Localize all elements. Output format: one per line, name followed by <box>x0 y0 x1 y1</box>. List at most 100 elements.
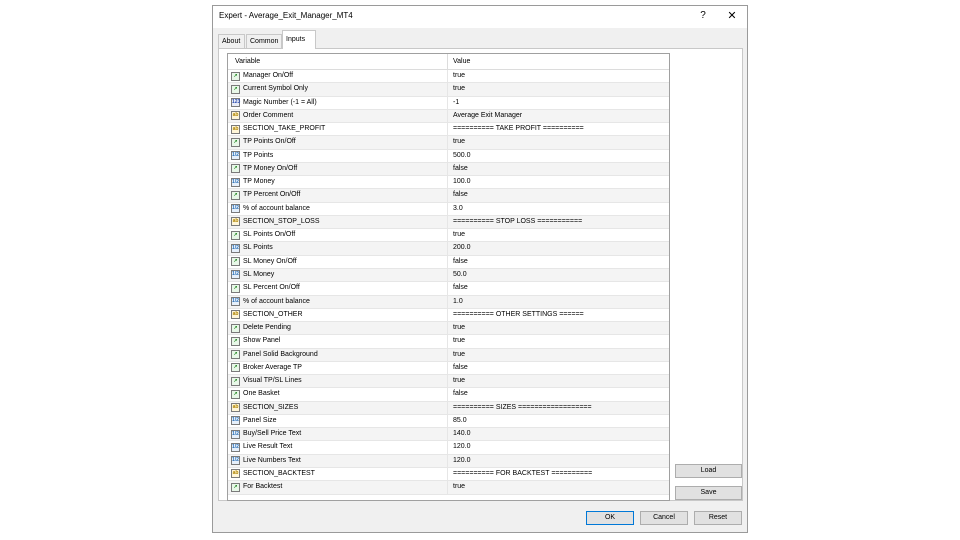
variable-name: Magic Number (-1 = All) <box>243 98 317 106</box>
variable-value[interactable]: true <box>453 335 465 347</box>
table-row[interactable]: ↗ Panel Solid Background true <box>228 348 669 362</box>
table-row[interactable]: ab SECTION_OTHER ========== OTHER SETTINGS… <box>228 308 669 323</box>
variable-value[interactable]: ========== TAKE PROFIT ========== <box>453 123 584 135</box>
table-row[interactable]: ab SECTION_SIZES ========== SIZES ========… <box>228 401 669 415</box>
variable-value[interactable]: ========== FOR BACKTEST ========== <box>453 468 592 480</box>
double-icon: 1/2 <box>231 243 240 253</box>
table-row[interactable]: 1/2 Panel Size 85.0 <box>228 414 669 429</box>
string-icon: ab <box>231 469 240 479</box>
variable-value[interactable]: true <box>453 70 465 82</box>
variable-value[interactable]: ========== STOP LOSS =========== <box>453 216 582 228</box>
table-row[interactable]: 1/2% of account balance 3.0 <box>228 202 669 216</box>
ok-button[interactable]: OK <box>586 511 634 525</box>
variable-value[interactable]: false <box>453 362 468 374</box>
table-row[interactable]: ↗ Broker Average TP false <box>228 361 669 376</box>
table-row[interactable]: ↗ One Basket false <box>228 388 669 402</box>
bool-icon: ↗ <box>231 350 240 360</box>
variable-value[interactable]: 140.0 <box>453 428 471 440</box>
cell-divider <box>447 361 448 375</box>
inputs-grid: Variable Value ↗ Manager On/Off true ↗ Curre… <box>227 53 670 501</box>
variable-value[interactable]: 120.0 <box>453 441 471 453</box>
table-row[interactable]: 1/2% of account balance 1.0 <box>228 295 669 309</box>
save-button[interactable]: Save <box>675 486 742 500</box>
table-row[interactable]: ↗ SL Money On/Off false <box>228 255 669 269</box>
variable-name: For Backtest <box>243 483 283 491</box>
variable-name: Manager On/Off <box>243 72 294 79</box>
variable-value[interactable]: 500.0 <box>453 150 471 162</box>
variable-value[interactable]: 3.0 <box>453 203 463 215</box>
close-icon[interactable]: ✕ <box>724 8 740 24</box>
variable-value[interactable]: false <box>453 282 468 294</box>
table-row[interactable]: ↗ TP Points On/Off true <box>228 136 669 150</box>
variable-name: % of account balance <box>243 204 310 212</box>
variable-value[interactable]: false <box>453 388 468 400</box>
table-row[interactable]: ab SECTION_STOP_LOSS ========== STOP LOSS … <box>228 215 669 230</box>
cell-divider <box>447 322 448 335</box>
table-row[interactable]: 1/2 Buy/Sell Price Text 140.0 <box>228 428 669 442</box>
variable-value[interactable]: false <box>453 163 468 175</box>
variable-value[interactable]: 100.0 <box>453 176 471 188</box>
variable-name: One Basket <box>243 390 280 398</box>
table-row[interactable]: ↗ Visual TP/SL Lines true <box>228 375 669 389</box>
variable-value[interactable]: true <box>453 375 465 387</box>
reset-button[interactable]: Reset <box>694 511 742 525</box>
table-row[interactable]: ↗ Show Panel true <box>228 335 669 349</box>
cancel-button[interactable]: Cancel <box>640 511 688 525</box>
variable-name: SL Points On/Off <box>243 231 296 239</box>
table-row[interactable]: ↗ TP Money On/Off false <box>228 162 669 177</box>
cell-divider <box>447 123 448 136</box>
variable-value[interactable]: true <box>453 322 465 334</box>
variable-value[interactable]: ========== SIZES ================== <box>453 402 592 414</box>
variable-value[interactable]: false <box>453 256 468 268</box>
table-row[interactable]: 1/2 SL Points 200.0 <box>228 242 669 256</box>
help-icon[interactable]: ? <box>695 8 711 24</box>
table-row[interactable]: ↗ Delete Pending true <box>228 322 669 336</box>
table-row[interactable]: ab SECTION_TAKE_PROFIT ========== TAKE PRO… <box>228 123 669 137</box>
variable-value[interactable]: true <box>453 349 465 361</box>
cell-divider <box>447 454 448 467</box>
table-row[interactable]: ↗ SL Points On/Off true <box>228 229 669 243</box>
variable-value[interactable]: 200.0 <box>453 242 471 254</box>
table-row[interactable]: ↗ Manager On/Off true <box>228 70 669 84</box>
table-row[interactable]: 1/2 Live Numbers Text 120.0 <box>228 454 669 468</box>
variable-value[interactable]: true <box>453 136 465 148</box>
cell-divider <box>447 255 448 268</box>
table-row[interactable]: ab Order Comment Average Exit Manager <box>228 109 669 124</box>
tab-inputs[interactable]: Inputs <box>282 30 316 49</box>
variable-name: Visual TP/SL Lines <box>243 377 302 385</box>
variable-value[interactable]: true <box>453 481 465 493</box>
variable-value[interactable]: -1 <box>453 97 459 109</box>
title-bar: Expert - Average_Exit_Manager_MT4 ? ✕ <box>213 6 747 28</box>
variable-value[interactable]: Average Exit Manager <box>453 110 522 122</box>
variable-value[interactable]: 1.0 <box>453 296 463 308</box>
table-row[interactable]: ab SECTION_BACKTEST ========== FOR BACKTES… <box>228 467 669 482</box>
bool-icon: ↗ <box>231 336 240 346</box>
variable-value[interactable]: 85.0 <box>453 415 467 427</box>
table-row[interactable]: ↗ For Backtest true <box>228 481 669 495</box>
cell-divider <box>447 176 448 189</box>
tab-about[interactable]: About <box>218 34 245 48</box>
double-icon: 1/2 <box>231 297 240 307</box>
variable-value[interactable]: true <box>453 229 465 241</box>
table-row[interactable]: 1/2 SL Money 50.0 <box>228 268 669 283</box>
table-row[interactable]: ↗ Current Symbol Only true <box>228 83 669 97</box>
column-divider[interactable] <box>447 54 448 69</box>
table-row[interactable]: 123 Magic Number (-1 = All) -1 <box>228 96 669 110</box>
table-row[interactable]: 1/2 Live Result Text 120.0 <box>228 441 669 455</box>
tab-common[interactable]: Common <box>246 34 282 48</box>
load-button[interactable]: Load <box>675 464 742 478</box>
string-icon: ab <box>231 217 240 227</box>
variable-value[interactable]: ========== OTHER SETTINGS ====== <box>453 309 584 321</box>
table-row[interactable]: ↗ SL Percent On/Off false <box>228 282 669 296</box>
variable-value[interactable]: 120.0 <box>453 455 471 467</box>
variable-value[interactable]: true <box>453 83 465 95</box>
bool-icon: ↗ <box>231 323 240 333</box>
table-row[interactable]: ↗ TP Percent On/Off false <box>228 189 669 203</box>
variable-value[interactable]: 50.0 <box>453 269 467 281</box>
bool-icon: ↗ <box>231 230 240 240</box>
variable-value[interactable]: false <box>453 189 468 201</box>
variable-column-header[interactable]: Variable <box>235 54 260 69</box>
value-column-header[interactable]: Value <box>453 54 470 69</box>
table-row[interactable]: 1/2 TP Points 500.0 <box>228 149 669 163</box>
table-row[interactable]: 1/2 TP Money 100.0 <box>228 176 669 190</box>
